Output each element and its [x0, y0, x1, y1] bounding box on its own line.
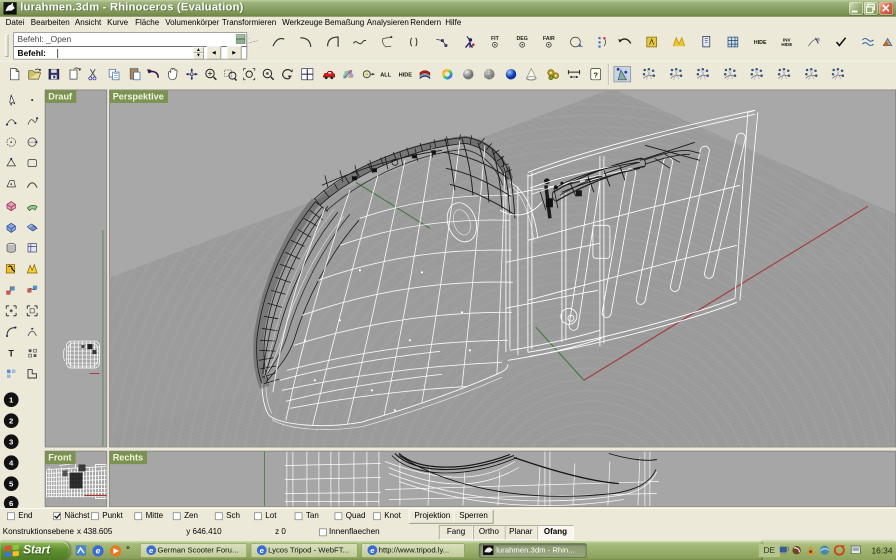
svg-text:6: 6	[9, 499, 13, 508]
svg-text:1: 1	[9, 396, 14, 405]
svg-text:e: e	[370, 546, 375, 555]
svg-text:3: 3	[9, 438, 13, 447]
svg-text:HIDE: HIDE	[781, 42, 792, 47]
svg-text:2: 2	[9, 417, 13, 426]
svg-text:FIT: FIT	[491, 36, 500, 42]
svg-text:DEG: DEG	[517, 36, 528, 42]
svg-text:5: 5	[9, 480, 14, 489]
svg-text:4: 4	[9, 459, 14, 468]
svg-text:ALL: ALL	[380, 72, 391, 78]
svg-text:e: e	[149, 546, 154, 555]
svg-text:»: »	[126, 545, 130, 552]
svg-text:FAIR: FAIR	[543, 36, 555, 42]
svg-text:e: e	[96, 546, 101, 556]
svg-text:T: T	[8, 348, 14, 358]
svg-text:...: ...	[248, 35, 250, 40]
svg-text:?: ?	[593, 71, 598, 80]
svg-text:HIDE: HIDE	[754, 40, 767, 46]
svg-text:e: e	[260, 546, 265, 555]
svg-text:HIDE: HIDE	[399, 72, 413, 78]
